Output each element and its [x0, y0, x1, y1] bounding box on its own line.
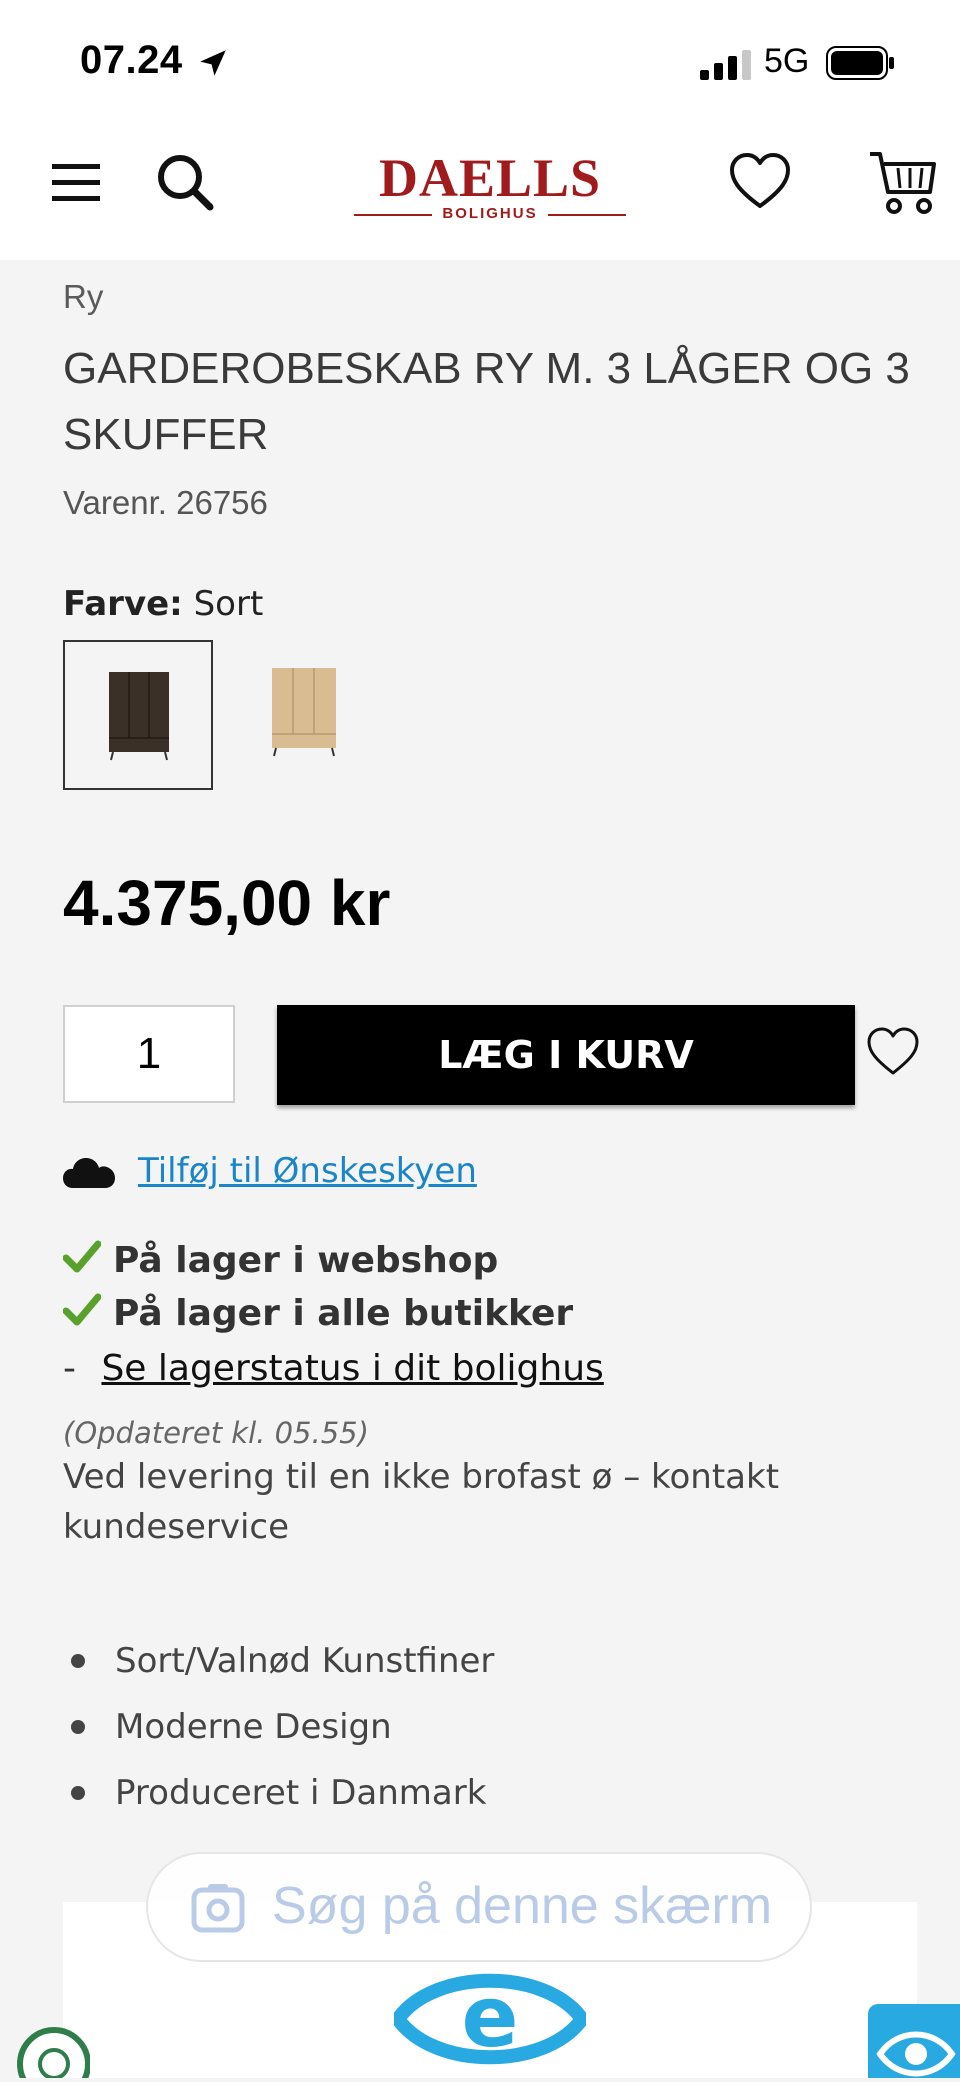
e-maerket-logo-icon[interactable]: e	[394, 1960, 586, 2078]
search-screen-pill[interactable]: Søg på denne skærm	[146, 1852, 812, 1962]
logo-rule-right	[548, 214, 626, 216]
search-screen-label: Søg på denne skærm	[272, 1877, 773, 1935]
swatch-black[interactable]	[63, 640, 213, 790]
status-time: 07.24	[80, 38, 183, 82]
camera-lens-icon	[191, 1884, 245, 1933]
stock-stores-label: På lager i alle butikker	[113, 1293, 574, 1334]
feature-item: Sort/Valnød Kunstfiner	[63, 1636, 494, 1702]
quantity-input[interactable]: 1	[63, 1005, 235, 1103]
battery-icon	[826, 46, 894, 80]
search-icon[interactable]	[155, 152, 215, 212]
stock-updated-time: (Opdateret kl. 05.55)	[63, 1416, 369, 1450]
product-sku: Varenr. 26756	[63, 484, 268, 521]
delivery-note: Ved levering til en ikke brofast ø – kon…	[63, 1457, 780, 1547]
recycle-badge-icon[interactable]	[14, 2024, 90, 2078]
add-to-wishcloud-link[interactable]: Tilføj til Ønskeskyen	[138, 1151, 477, 1191]
feature-item: Produceret i Danmark	[63, 1768, 494, 1834]
wishlist-heart-icon[interactable]	[866, 1025, 920, 1077]
stock-status-link[interactable]: Se lagerstatus i dit bolighus	[101, 1348, 603, 1389]
feature-text: Produceret i Danmark	[115, 1773, 487, 1813]
e-maerket-side-badge[interactable]	[868, 2004, 960, 2078]
checkmark-icon	[63, 1240, 101, 1273]
bullet-dot	[71, 1720, 85, 1734]
menu-icon[interactable]	[50, 160, 102, 204]
logo-title: DAELLS	[378, 148, 602, 208]
wardrobe-black-thumbnail	[109, 672, 169, 761]
network-type: 5G	[764, 42, 810, 80]
stock-webshop: På lager i webshop	[63, 1240, 498, 1281]
product-price: 4.375,00 kr	[63, 867, 391, 939]
site-logo[interactable]: DAELLS BOLIGHUS	[350, 150, 630, 225]
breadcrumb[interactable]: Ry	[63, 278, 103, 316]
stock-stores: På lager i alle butikker	[63, 1293, 573, 1334]
product-title: GARDEROBESKAB RY M. 3 LÅGER OG 3 SKUFFER	[63, 344, 910, 459]
swatch-oak[interactable]	[248, 640, 394, 786]
svg-text:e: e	[462, 1968, 519, 2066]
cart-icon[interactable]	[868, 148, 938, 218]
status-bar: 07.24 5G	[0, 0, 960, 130]
stock-status-row: - Se lagerstatus i dit bolighus	[63, 1348, 604, 1389]
feature-text: Sort/Valnød Kunstfiner	[115, 1641, 495, 1681]
stock-link-prefix: -	[63, 1348, 76, 1389]
add-to-cart-button[interactable]: LÆG I KURV	[277, 1005, 855, 1105]
cloud-icon	[63, 1158, 115, 1188]
location-arrow-icon	[200, 50, 226, 76]
color-value: Sort	[193, 584, 264, 624]
signal-icon	[700, 50, 751, 80]
feature-text: Moderne Design	[115, 1707, 392, 1747]
feature-list: Sort/Valnød Kunstfiner Moderne Design Pr…	[63, 1636, 494, 1834]
wardrobe-oak-thumbnail	[272, 668, 336, 757]
bullet-dot	[71, 1786, 85, 1800]
checkmark-icon	[63, 1293, 101, 1326]
heart-icon[interactable]	[728, 150, 792, 214]
eye-icon	[876, 2031, 956, 2077]
stock-webshop-label: På lager i webshop	[113, 1240, 499, 1281]
feature-item: Moderne Design	[63, 1702, 494, 1768]
bullet-dot	[71, 1654, 85, 1668]
color-label: Farve:	[63, 584, 183, 624]
color-selector-label: Farve: Sort	[63, 584, 263, 624]
